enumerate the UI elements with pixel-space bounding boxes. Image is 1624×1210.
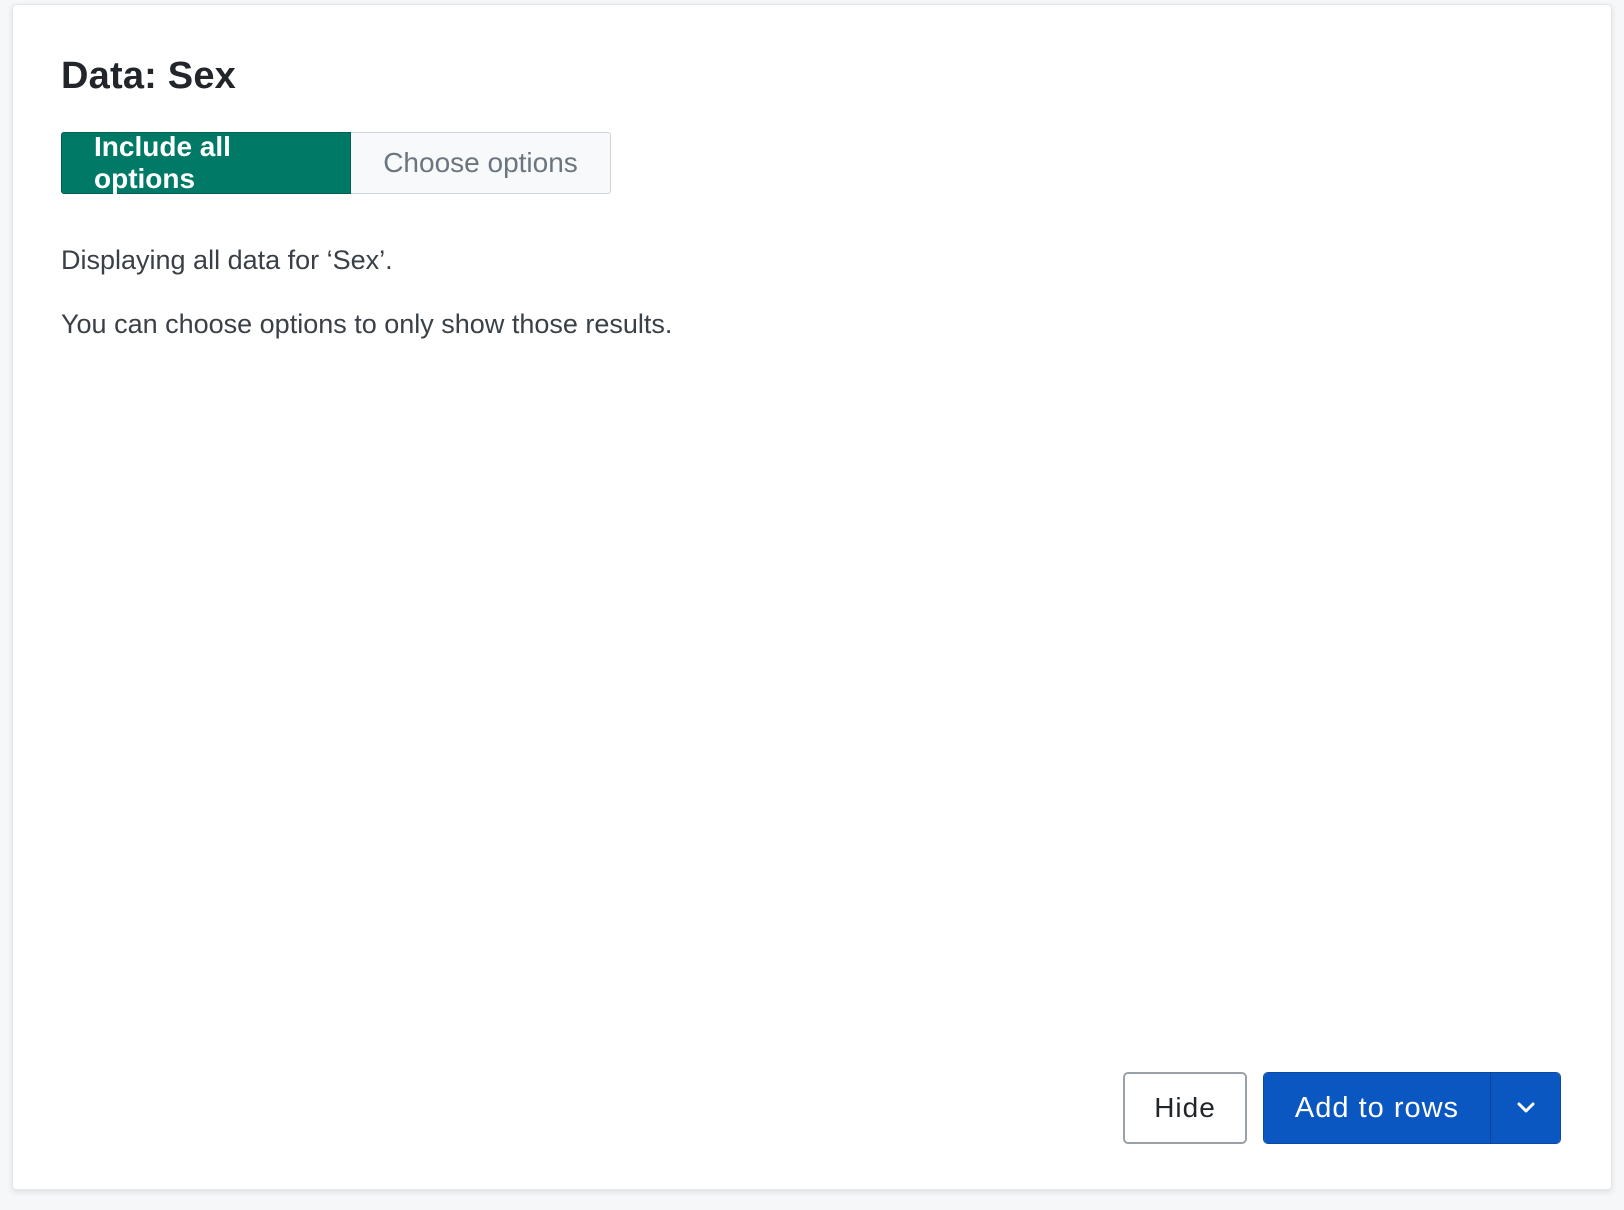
choose-options-button[interactable]: Choose options — [351, 132, 611, 194]
display-status-text: Displaying all data for ‘Sex’. — [61, 245, 393, 275]
add-to-rows-button[interactable]: Add to rows — [1264, 1073, 1490, 1143]
include-all-options-button[interactable]: Include all options — [61, 131, 351, 194]
panel-title: Data: Sex — [61, 55, 236, 97]
help-text: You can choose options to only show thos… — [61, 309, 673, 339]
chevron-down-icon — [1517, 1102, 1534, 1113]
data-panel: Data: Sex Include all options Choose opt… — [12, 4, 1612, 1190]
hide-button[interactable]: Hide — [1123, 1072, 1247, 1144]
add-to-rows-split-button: Add to rows — [1263, 1072, 1561, 1144]
add-options-dropdown-button[interactable] — [1491, 1073, 1560, 1143]
option-mode-toggle: Include all options Choose options — [61, 131, 611, 194]
